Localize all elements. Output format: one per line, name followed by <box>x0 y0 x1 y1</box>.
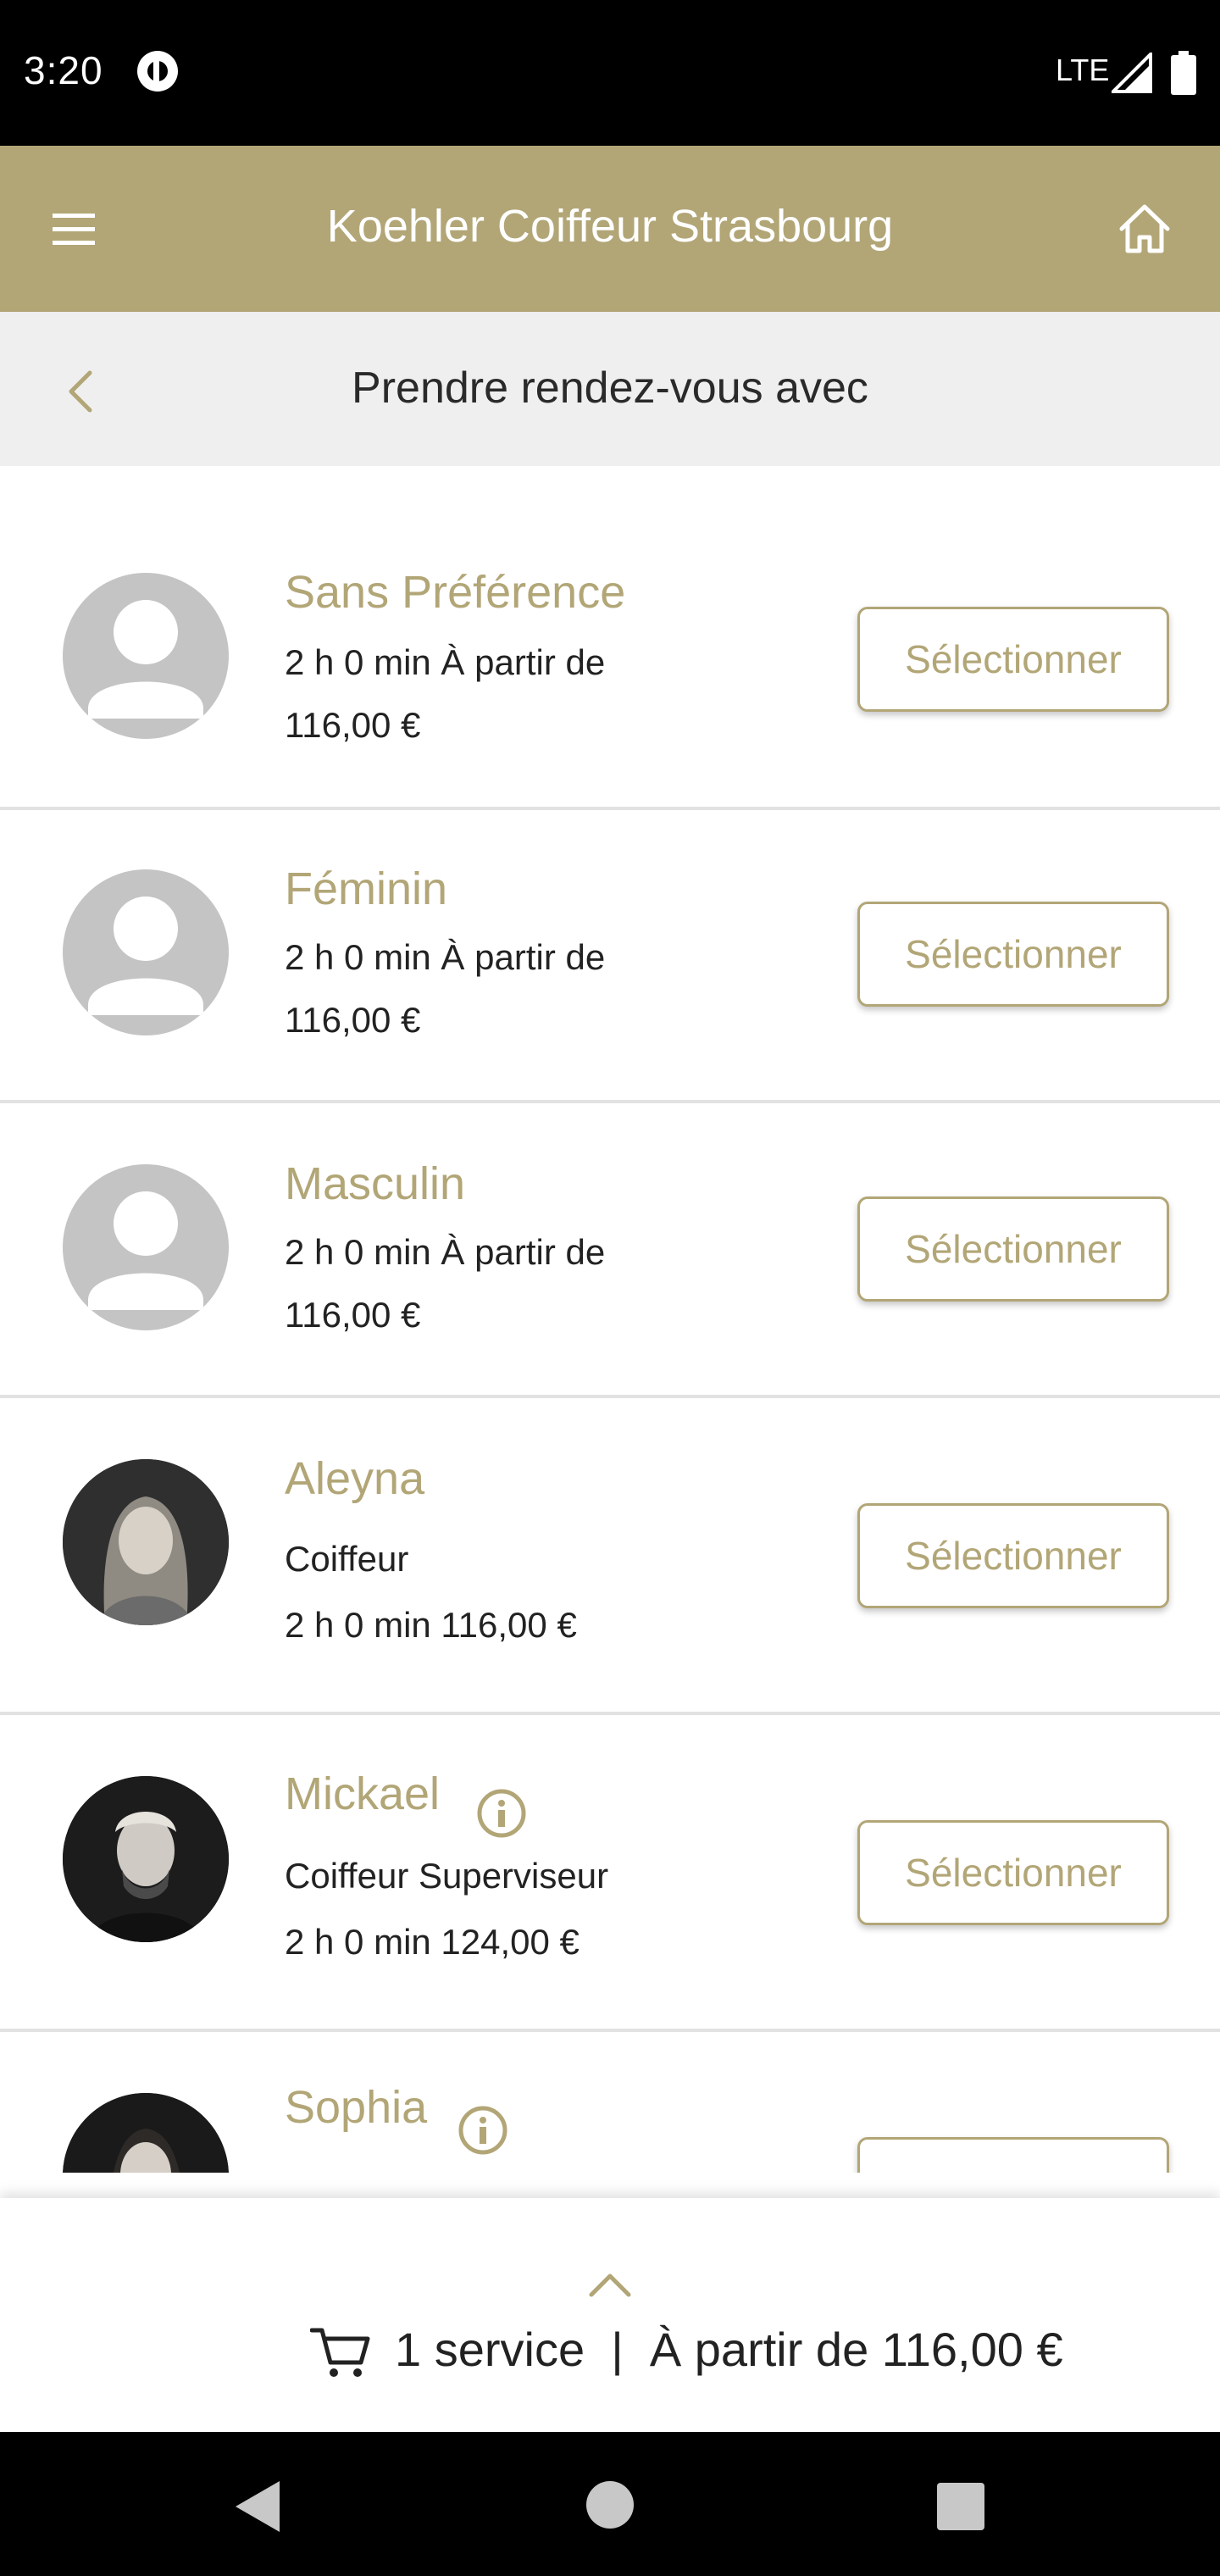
stylist-price: 116,00 € <box>285 1295 421 1335</box>
select-button[interactable]: Sélectionner <box>857 1820 1169 1925</box>
avatar <box>63 869 229 1035</box>
stylist-name: Masculin <box>285 1158 466 1209</box>
stylist-name: Mickael <box>285 1768 441 1819</box>
stylist-name: Aleyna <box>285 1453 425 1504</box>
stylist-price: 2 h 0 min 124,00 € <box>285 1922 580 1962</box>
profile-photo <box>63 2093 229 2173</box>
stylist-detail: 2 h 0 min À partir de <box>285 1232 606 1272</box>
notification-icon <box>137 51 178 92</box>
stylist-price: 2 h 0 min 116,00 € <box>285 1605 577 1645</box>
list-item: Aleyna Coiffeur 2 h 0 min 116,00 € Sélec… <box>0 1396 1220 1715</box>
status-bar: 3:20 LTE <box>0 0 1220 146</box>
select-button[interactable]: Sélectionner <box>857 607 1169 712</box>
stylist-role: Coiffeur <box>285 1539 409 1579</box>
page-title: Prendre rendez-vous avec <box>352 364 868 413</box>
stylist-name: Sans Préférence <box>285 567 626 618</box>
nav-back-icon[interactable] <box>229 2476 290 2537</box>
nav-recents-icon[interactable] <box>937 2483 984 2530</box>
info-icon[interactable] <box>476 1788 527 1839</box>
info-icon[interactable] <box>458 2105 508 2156</box>
list-item: Féminin 2 h 0 min À partir de 116,00 € S… <box>0 807 1220 1103</box>
profile-photo <box>63 1776 229 1942</box>
stylist-name: Féminin <box>285 863 448 914</box>
stylist-detail: 2 h 0 min À partir de <box>285 642 606 682</box>
list-item: Sans Préférence 2 h 0 min À partir de 11… <box>0 466 1220 810</box>
stylist-list[interactable]: Sans Préférence 2 h 0 min À partir de 11… <box>0 466 1220 2173</box>
avatar <box>63 1776 229 1942</box>
avatar <box>63 1164 229 1330</box>
avatar <box>63 2093 229 2173</box>
network-type: LTE <box>1056 53 1110 87</box>
person-icon <box>88 1191 203 1310</box>
cart-icon <box>310 2328 370 2377</box>
profile-photo <box>63 1459 229 1625</box>
list-item: Sophia Sélectionner <box>0 2030 1220 2173</box>
select-button[interactable]: Sélectionner <box>857 1503 1169 1608</box>
app-bar: Koehler Coiffeur Strasbourg <box>0 146 1220 312</box>
avatar <box>63 573 229 739</box>
select-button[interactable]: Sélectionner <box>857 1196 1169 1302</box>
list-item: Masculin 2 h 0 min À partir de 116,00 € … <box>0 1102 1220 1398</box>
chevron-up-icon[interactable] <box>586 2269 634 2300</box>
nav-home-icon[interactable] <box>586 2481 634 2529</box>
list-item: Mickael Coiffeur Superviseur 2 h 0 min 1… <box>0 1713 1220 2032</box>
system-nav-bar <box>0 2432 1220 2576</box>
avatar <box>63 1459 229 1625</box>
cart-summary-bar[interactable]: 1 service | À partir de 116,00 € <box>0 2198 1220 2432</box>
select-button[interactable]: Sélectionner <box>857 902 1169 1007</box>
status-time: 3:20 <box>24 48 103 92</box>
select-button[interactable]: Sélectionner <box>857 2137 1169 2173</box>
stylist-detail: 2 h 0 min À partir de <box>285 937 606 977</box>
stylist-price: 116,00 € <box>285 705 421 745</box>
person-icon <box>88 897 203 1015</box>
stylist-role: Coiffeur Superviseur <box>285 1856 609 1896</box>
sub-header: Prendre rendez-vous avec <box>0 312 1220 466</box>
person-icon <box>88 600 203 719</box>
cart-summary-text: 1 service | À partir de 116,00 € <box>395 2323 1063 2376</box>
home-icon[interactable] <box>1117 202 1173 256</box>
app-title: Koehler Coiffeur Strasbourg <box>326 201 894 252</box>
stylist-name: Sophia <box>285 2082 428 2133</box>
battery-icon <box>1171 51 1196 95</box>
signal-icon <box>1112 53 1152 93</box>
stylist-price: 116,00 € <box>285 1000 421 1040</box>
